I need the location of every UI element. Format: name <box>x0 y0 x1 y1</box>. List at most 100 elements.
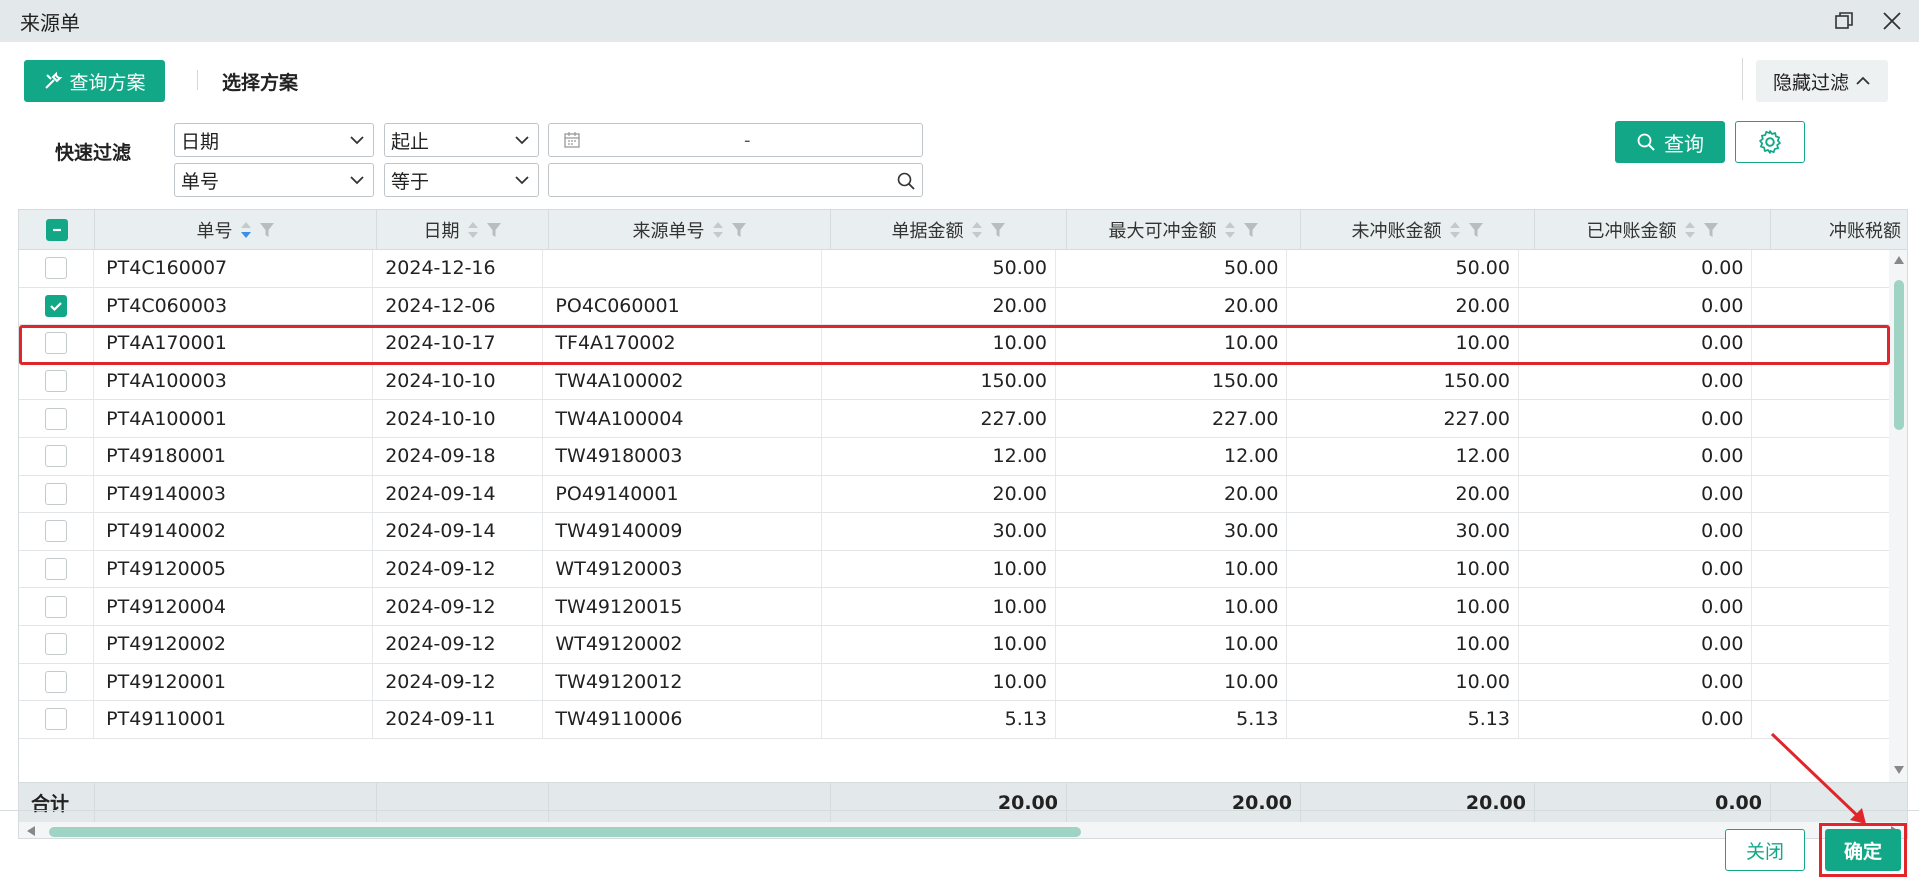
table-row[interactable]: PT49180001 2024-09-18 TW49180003 12.00 12.00… <box>19 437 1889 476</box>
column-header-amount[interactable]: 单据金额 <box>831 210 1067 250</box>
search-icon <box>1637 133 1655 151</box>
source-doc-dialog: 来源单 查询方案 选择方案 隐藏过滤 快速过滤 日期 起止 - 单号 等于 查询… <box>0 0 1919 886</box>
cell-date: 2024-10-10 <box>373 400 544 437</box>
cell-source-no: WT49120002 <box>543 625 823 663</box>
footer-unoffset: 20.00 <box>1301 783 1535 822</box>
close-icon <box>1883 12 1901 30</box>
row-checkbox[interactable] <box>45 370 68 393</box>
chevron-up-icon <box>1856 76 1870 85</box>
cell-doc-no: PT49110001 <box>94 701 374 738</box>
cell-amount: 150.00 <box>822 362 1056 400</box>
row-select-cell <box>19 250 95 287</box>
filter-icon[interactable] <box>1468 221 1484 239</box>
table-row[interactable]: PT4A100001 2024-10-10 TW4A100004 227.00 227.… <box>19 400 1889 438</box>
vertical-scrollbar[interactable] <box>1889 250 1907 782</box>
minus-icon <box>52 228 61 232</box>
table-row[interactable]: PT49120002 2024-09-12 WT49120002 10.00 10.00… <box>19 625 1889 664</box>
table-row[interactable]: PT49140003 2024-09-14 PO49140001 20.00 20.00… <box>19 475 1889 514</box>
row-select-cell <box>19 325 95 362</box>
row-checkbox[interactable] <box>45 595 68 618</box>
hide-filter-button[interactable]: 隐藏过滤 <box>1756 60 1888 102</box>
column-header-offset[interactable]: 已冲账金额 <box>1535 210 1771 250</box>
settings-button[interactable] <box>1735 121 1805 163</box>
filter-operator-select-1[interactable]: 起止 <box>384 123 539 157</box>
footer-cell <box>1771 783 1907 822</box>
column-header-date[interactable]: 日期 <box>377 210 549 250</box>
cell-offset-tax <box>1752 250 1889 287</box>
column-header-unoffset[interactable]: 未冲账金额 <box>1301 210 1535 250</box>
cell-doc-no: PT49140002 <box>94 513 374 550</box>
cell-amount: 227.00 <box>822 400 1056 437</box>
cell-offset-tax <box>1752 513 1889 550</box>
filter-field-value: 单号 <box>181 170 220 193</box>
query-scheme-button[interactable]: 查询方案 <box>24 60 165 102</box>
row-checkbox[interactable] <box>45 558 68 581</box>
cell-source-no: TW49120012 <box>543 663 823 701</box>
row-checkbox[interactable] <box>45 633 68 656</box>
footer-cell <box>377 783 549 822</box>
filter-icon[interactable] <box>1243 221 1259 239</box>
table-row[interactable]: PT49120005 2024-09-12 WT49120003 10.00 10.00… <box>19 550 1889 589</box>
restore-window-button[interactable] <box>1827 4 1861 38</box>
cell-source-no: PO49140001 <box>543 475 823 513</box>
row-select-cell <box>19 475 95 513</box>
cell-date: 2024-09-18 <box>373 437 544 475</box>
doc-number-input[interactable] <box>548 163 923 197</box>
cell-unoffset: 10.00 <box>1287 550 1519 588</box>
table-row[interactable]: PT49120004 2024-09-12 TW49120015 10.00 10.00… <box>19 588 1889 626</box>
row-select-cell <box>19 625 95 663</box>
column-header-doc-no[interactable]: 单号 <box>95 210 377 250</box>
date-range-input[interactable]: - <box>548 123 923 157</box>
column-header-source-no[interactable]: 来源单号 <box>549 210 831 250</box>
close-window-button[interactable] <box>1875 4 1909 38</box>
cell-date: 2024-09-12 <box>373 625 544 663</box>
vertical-scroll-thumb[interactable] <box>1894 280 1904 430</box>
cell-max-offset: 10.00 <box>1056 325 1288 362</box>
row-checkbox[interactable] <box>45 708 68 731</box>
filter-icon[interactable] <box>1703 221 1719 239</box>
row-select-cell <box>19 400 95 437</box>
table-row[interactable]: PT49140002 2024-09-14 TW49140009 30.00 30.00… <box>19 513 1889 551</box>
filter-icon[interactable] <box>990 221 1006 239</box>
horizontal-scroll-thumb[interactable] <box>49 827 1081 837</box>
cell-source-no <box>543 250 823 287</box>
row-checkbox[interactable] <box>45 407 68 430</box>
filter-icon[interactable] <box>731 221 747 239</box>
chevron-down-icon <box>350 176 364 185</box>
sort-icon <box>712 222 723 238</box>
table-row[interactable]: PT4A170001 2024-10-17 TF4A170002 10.00 10.00… <box>19 325 1889 363</box>
sort-icon <box>1449 222 1460 238</box>
cell-source-no: WT49120003 <box>543 550 823 588</box>
filter-field-select-1[interactable]: 日期 <box>174 123 374 157</box>
filter-icon[interactable] <box>259 221 275 239</box>
confirm-button[interactable]: 确定 <box>1825 829 1901 871</box>
horizontal-scrollbar[interactable] <box>19 822 1907 838</box>
row-checkbox[interactable] <box>45 482 68 505</box>
row-select-cell <box>19 437 95 475</box>
row-checkbox[interactable] <box>45 445 68 468</box>
column-header-max-offset[interactable]: 最大可冲金额 <box>1067 210 1301 250</box>
row-checkbox[interactable] <box>45 670 68 693</box>
table-row[interactable]: PT4A100003 2024-10-10 TW4A100002 150.00 150.… <box>19 362 1889 401</box>
row-checkbox[interactable] <box>45 257 68 280</box>
cell-amount: 50.00 <box>822 250 1056 287</box>
table-row[interactable]: PT4C060003 2024-12-06 PO4C060001 20.00 20.00… <box>19 287 1889 326</box>
cell-amount: 30.00 <box>822 513 1056 550</box>
table-row[interactable]: PT49110001 2024-09-11 TW49110006 5.13 5.13 5.… <box>19 701 1889 739</box>
row-checkbox[interactable] <box>45 294 68 317</box>
filter-icon[interactable] <box>486 221 502 239</box>
query-button[interactable]: 查询 <box>1615 121 1725 163</box>
row-checkbox[interactable] <box>45 332 68 355</box>
select-all-checkbox[interactable] <box>45 219 68 241</box>
row-checkbox[interactable] <box>45 520 68 543</box>
cell-unoffset: 227.00 <box>1287 400 1519 437</box>
table-row[interactable]: PT4C160007 2024-12-16 50.00 50.00 50.00 0.00 <box>19 250 1889 288</box>
table-row[interactable]: PT49120001 2024-09-12 TW49120012 10.00 10.00… <box>19 663 1889 702</box>
source-doc-table: 单号 日期 来源单号 单据金额 最大可冲金额 未冲账金额 已冲账金额 冲账税额 … <box>18 209 1908 839</box>
filter-field-select-2[interactable]: 单号 <box>174 163 374 197</box>
column-header-offset-tax[interactable]: 冲账税额 <box>1771 210 1907 250</box>
date-range-separator: - <box>744 129 751 151</box>
filter-operator-select-2[interactable]: 等于 <box>384 163 539 197</box>
select-scheme-link[interactable]: 选择方案 <box>222 68 298 95</box>
close-button[interactable]: 关闭 <box>1725 829 1805 871</box>
